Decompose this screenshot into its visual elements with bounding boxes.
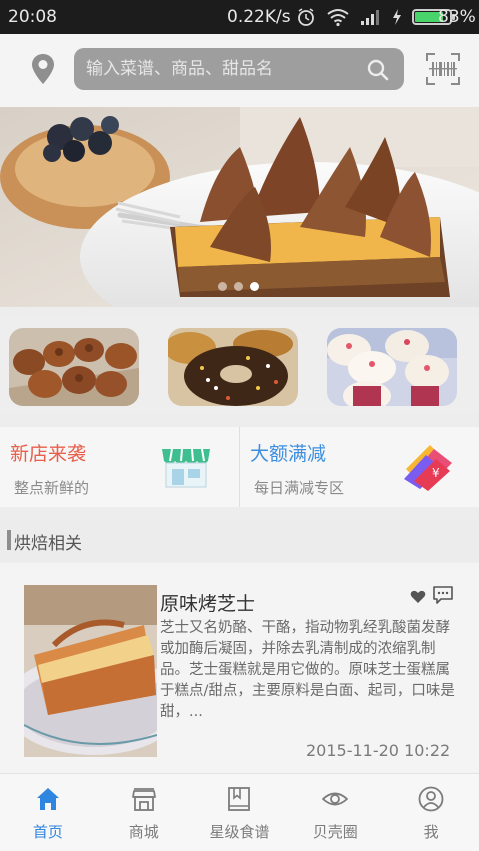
store-icon [131, 788, 156, 811]
signal-icon [361, 10, 379, 25]
bottom-navigation: 首页 商城 星级食谱 贝壳圈 我 [0, 773, 479, 851]
article-description: 芝士又名奶酪、干酪，指动物乳经乳酸菌发酵或加酶后凝固，并除去乳清制成的浓缩乳制品… [160, 620, 455, 720]
banner-image [0, 107, 479, 307]
nav-item-home[interactable]: 首页 [0, 774, 96, 851]
nav-item-recipes[interactable]: 星级食谱 [192, 774, 288, 851]
article-title: 原味烤芝士 [160, 593, 256, 615]
search-icon[interactable] [366, 58, 390, 82]
nav-label-recipes: 星级食谱 [209, 823, 270, 841]
heart-icon[interactable] [410, 590, 426, 604]
category-thumbnails [0, 318, 479, 414]
carousel-dot-active[interactable] [250, 282, 259, 291]
search-input[interactable] [86, 48, 356, 90]
eye-icon [322, 792, 349, 806]
location-pin-icon[interactable] [30, 52, 56, 86]
carousel-indicator [218, 282, 259, 291]
top-header [0, 34, 479, 107]
coupon-icon: ¥ [404, 445, 452, 491]
promo-discount-subtitle: 每日满减专区 [254, 479, 345, 497]
charging-icon [393, 9, 401, 25]
nav-label-store: 商城 [128, 823, 159, 841]
wifi-icon [327, 9, 349, 27]
nav-label-me: 我 [423, 823, 439, 841]
network-speed: 0.22K/s [227, 7, 291, 27]
promo-new-store[interactable]: 新店来袭 整点新鲜的 [0, 427, 239, 507]
status-bar: 20:08 0.22K/s 83% [0, 0, 479, 34]
nav-label-home: 首页 [32, 823, 63, 841]
svg-text:¥: ¥ [432, 466, 440, 480]
nav-label-circle: 贝壳圈 [312, 823, 358, 841]
promo-new-store-subtitle: 整点新鲜的 [14, 479, 90, 497]
article-card[interactable]: 原味烤芝士 芝士又名奶酪、干酪，指动物乳经乳酸菌发酵或加酶后凝固，并除去乳清制成… [0, 563, 479, 773]
search-bar[interactable] [74, 48, 404, 90]
book-icon [228, 787, 251, 811]
section-marker [7, 530, 11, 550]
article-thumbnail[interactable] [24, 585, 157, 757]
alarm-icon [298, 8, 314, 26]
promo-discount-title: 大额满减 [250, 443, 327, 465]
battery-percent: 83% [438, 7, 476, 27]
section-title: 烘焙相关 [14, 534, 82, 554]
category-thumbnail-cakes[interactable] [9, 328, 139, 406]
nav-item-store[interactable]: 商城 [96, 774, 192, 851]
promo-section: 新店来袭 整点新鲜的 大额满减 每日满减专区 ¥ [0, 427, 479, 507]
section-header: 烘焙相关 [0, 521, 479, 561]
user-icon [418, 786, 444, 812]
carousel-dot[interactable] [218, 282, 227, 291]
shop-icon [162, 448, 210, 488]
banner-carousel[interactable] [0, 107, 479, 307]
category-thumbnail-donuts[interactable] [168, 328, 298, 406]
article-date: 2015-11-20 10:22 [306, 741, 451, 760]
nav-item-me[interactable]: 我 [383, 774, 479, 851]
promo-discount[interactable]: 大额满减 每日满减专区 ¥ [240, 427, 479, 507]
barcode-scan-icon[interactable] [425, 52, 461, 86]
status-time: 20:08 [8, 7, 57, 27]
home-icon [36, 788, 59, 810]
promo-new-store-title: 新店来袭 [10, 443, 87, 465]
carousel-dot[interactable] [234, 282, 243, 291]
status-icons [296, 5, 455, 29]
app-screen: 20:08 0.22K/s 83% 输入菜谱、商品、甜品名 新店来袭 整点新鲜的… [0, 0, 479, 851]
comment-icon[interactable] [432, 585, 454, 605]
category-thumbnail-cupcakes[interactable] [327, 328, 457, 406]
nav-item-circle[interactable]: 贝壳圈 [287, 774, 383, 851]
